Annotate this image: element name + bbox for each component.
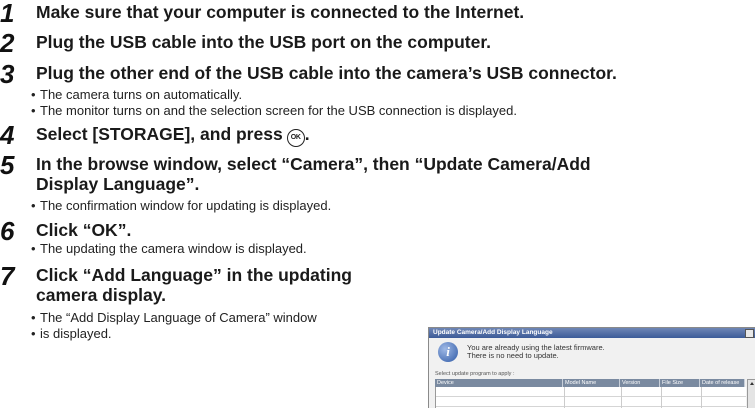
column-model-name: Model Name [563,379,620,387]
select-label: Select update program to apply : [435,371,515,377]
step-5-note-1: The confirmation window for updating is … [31,198,331,213]
table-header: Device Model Name Version File Size Date… [435,379,745,387]
step-title-line-2: Display Language”. [36,174,200,194]
info-icon: i [438,342,458,362]
step-7-note-2: is displayed. [31,326,111,341]
column-device: Device [435,379,563,387]
step-title: Make sure that your computer is connecte… [36,2,525,22]
step-3-note-1: The camera turns on automatically. [31,87,242,102]
step-title: Click “Add Language” in the updating [36,265,352,285]
column-file-size: File Size [660,379,700,387]
step-7-note-1: The “Add Display Language of Camera” win… [31,310,317,325]
step-title: Plug the other end of the USB cable into… [36,63,617,83]
step-number: 7 [0,261,15,291]
update-camera-dialog-screenshot: Update Camera/Add Display Language i You… [428,327,755,408]
update-program-list [435,387,746,408]
ok-button-icon: OK [286,129,305,147]
close-icon [745,329,754,338]
step-title: Plug the USB cable into the USB port on … [36,32,492,52]
step-number: 2 [0,28,15,58]
step-title-line-2: camera display. [36,285,167,305]
step-number: 4 [0,120,15,150]
step-3-note-2: The monitor turns on and the selection s… [31,103,517,118]
column-date-of-release: Date of release [700,379,745,387]
step-title-wrap: Select [STORAGE], and press OK. [36,124,310,147]
dialog-title: Update Camera/Add Display Language [433,329,553,336]
step-number: 6 [0,216,15,246]
step-title: Select [STORAGE], and press [36,124,283,144]
column-version: Version [620,379,660,387]
step-title: Click “OK”. [36,220,132,240]
dialog-message-line-2: There is no need to update. [467,351,559,360]
step-title: In the browse window, select “Camera”, t… [36,154,591,174]
dialog-message: You are already using the latest firmwar… [467,344,605,360]
step-number: 1 [0,0,15,28]
step-number: 5 [0,150,15,180]
dialog-title-bar: Update Camera/Add Display Language [429,328,755,338]
step-number: 3 [0,59,15,89]
step-6-note-1: The updating the camera window is displa… [31,241,307,256]
